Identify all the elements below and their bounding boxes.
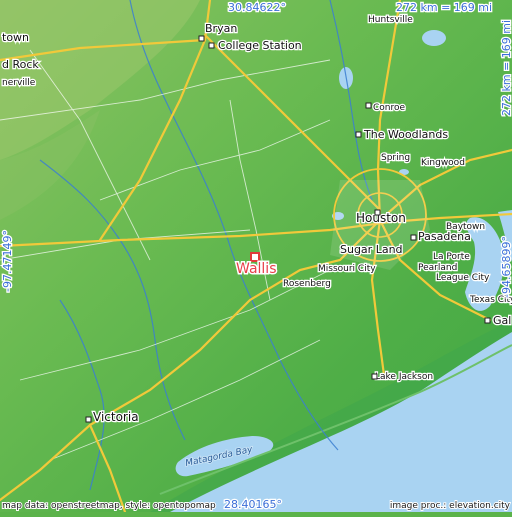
place-missouri-city: Missouri City bbox=[318, 264, 376, 274]
map-credit: map data: openstreetmap, style: opentopo… bbox=[2, 501, 216, 511]
place-sugar-land: Sugar Land bbox=[340, 243, 403, 256]
place-la-porte: La Porte bbox=[433, 252, 470, 262]
pasadena-marker bbox=[410, 234, 417, 241]
lake-livingston bbox=[422, 30, 446, 46]
place-spring: Spring bbox=[381, 153, 410, 163]
west-coordinate: -97.47149° bbox=[1, 230, 14, 292]
wallis-marker[interactable] bbox=[250, 252, 260, 262]
galveston-marker bbox=[484, 317, 491, 324]
map-canvas: Bryan College Station Huntsville town d … bbox=[0, 0, 512, 514]
vertical-scale: 272 km = 169 mi bbox=[500, 20, 512, 116]
focus-place-label: Wallis bbox=[236, 261, 277, 277]
place-lake-jackson: Lake Jackson bbox=[375, 372, 433, 382]
place-victoria: Victoria bbox=[93, 410, 139, 424]
east-coordinate: -94.65899° bbox=[500, 236, 512, 298]
place-college-station: College Station bbox=[218, 39, 302, 52]
place-league-city: League City bbox=[436, 273, 490, 283]
place-pflugerville: nerville bbox=[2, 78, 36, 88]
place-huntsville: Huntsville bbox=[368, 15, 413, 25]
place-kingwood: Kingwood bbox=[421, 158, 465, 168]
place-pearland: Pearland bbox=[418, 263, 457, 273]
elevation-map[interactable]: Bryan College Station Huntsville town d … bbox=[0, 0, 512, 514]
conroe-marker bbox=[365, 102, 372, 109]
image-credit: image proc.: elevation.city bbox=[390, 501, 511, 511]
place-houston: Houston bbox=[356, 211, 406, 225]
place-conroe: Conroe bbox=[373, 103, 406, 113]
victoria-marker bbox=[85, 416, 92, 423]
north-coordinate: 30.84622° bbox=[228, 1, 286, 14]
lake-jackson-marker bbox=[371, 373, 378, 380]
the-woodlands-marker bbox=[355, 131, 362, 138]
place-georgetown: town bbox=[2, 31, 29, 44]
place-round-rock: d Rock bbox=[2, 58, 39, 71]
place-pasadena: Pasadena bbox=[418, 230, 471, 243]
place-the-woodlands: The Woodlands bbox=[363, 128, 448, 141]
place-galveston: Gal bbox=[493, 314, 511, 327]
college-station-marker bbox=[208, 42, 215, 49]
south-coordinate: 28.40165° bbox=[224, 498, 282, 511]
place-bryan: Bryan bbox=[205, 22, 237, 35]
horizontal-scale: 272 km = 169 mi bbox=[396, 1, 492, 14]
houston-marker bbox=[374, 209, 381, 216]
bryan-marker bbox=[198, 35, 205, 42]
place-rosenberg: Rosenberg bbox=[283, 279, 331, 289]
